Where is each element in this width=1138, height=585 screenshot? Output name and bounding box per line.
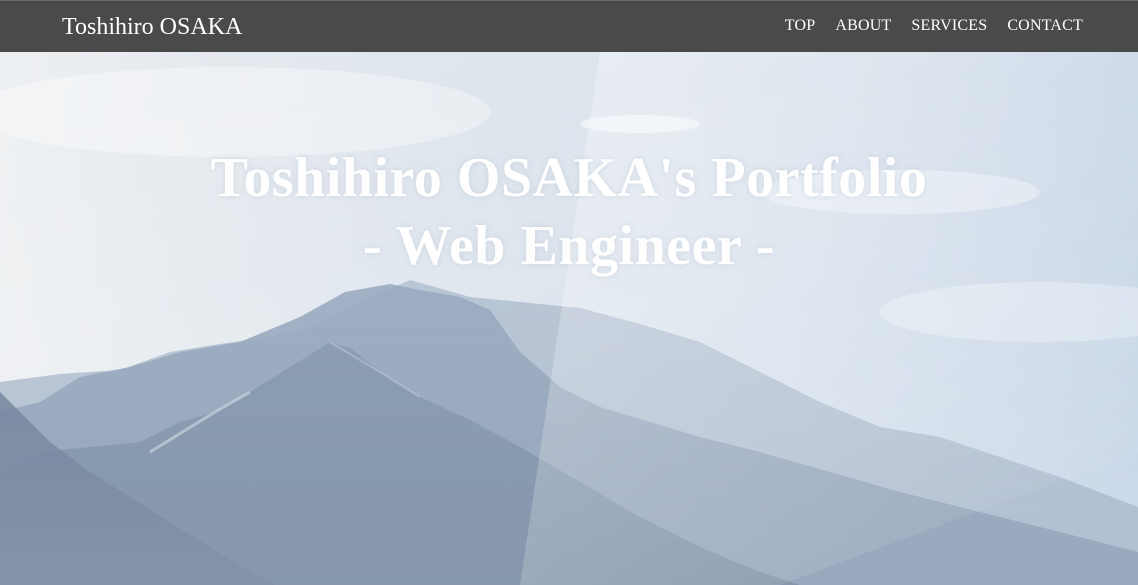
page: Toshihiro OSAKA TOP ABOUT SERVICES CONTA… [0, 0, 1138, 585]
nav-link-about[interactable]: ABOUT [835, 16, 891, 36]
nav-link-services[interactable]: SERVICES [911, 16, 987, 36]
hero-title-line-2: - Web Engineer - [363, 215, 775, 277]
hero-title: Toshihiro OSAKA's Portfolio - Web Engine… [0, 144, 1138, 280]
hero-background-image [0, 52, 1138, 585]
nav-link-top[interactable]: TOP [785, 16, 816, 36]
nav-link-contact[interactable]: CONTACT [1007, 16, 1083, 36]
nav-links: TOP ABOUT SERVICES CONTACT [785, 16, 1083, 36]
hero-title-line-1: Toshihiro OSAKA's Portfolio [210, 147, 928, 209]
brand-link[interactable]: Toshihiro OSAKA [62, 12, 242, 42]
top-navbar: Toshihiro OSAKA TOP ABOUT SERVICES CONTA… [0, 0, 1138, 52]
hero-section: Toshihiro OSAKA's Portfolio - Web Engine… [0, 52, 1138, 585]
